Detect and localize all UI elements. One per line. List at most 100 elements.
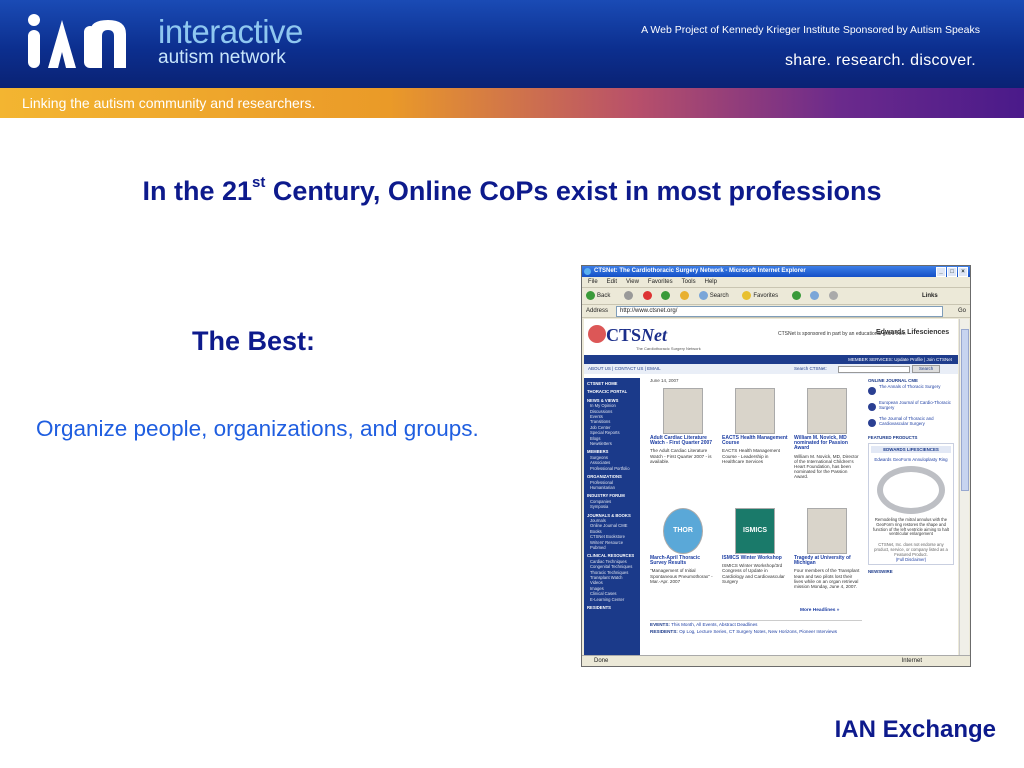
journal-icon: [868, 387, 876, 395]
featured-product: EDWARDS LIFESCIENCES Edwards GeoForm Ann…: [868, 443, 954, 566]
logo-line-1: interactive: [158, 13, 303, 50]
vertical-scrollbar[interactable]: [959, 319, 969, 655]
back-button[interactable]: Back: [586, 290, 616, 300]
site-right-column: ONLINE JOURNAL CME The Annals of Thoraci…: [868, 378, 954, 655]
article-card[interactable]: EACTS Health Management Course EACTS Heal…: [722, 388, 788, 464]
about-links[interactable]: ABOUT US | CONTACT US | EMAIL: [588, 364, 661, 374]
title-pre: In the 21: [142, 176, 253, 206]
tagline: share. research. discover.: [785, 52, 976, 69]
home-icon[interactable]: [680, 290, 691, 300]
left-nav-item[interactable]: E-Learning Center: [584, 597, 640, 602]
left-nav-item[interactable]: Newsletters: [584, 441, 640, 446]
article-title[interactable]: William M. Novick, MD nominated for Pass…: [794, 435, 860, 452]
disclaimer-link[interactable]: (Full Disclaimer): [871, 557, 951, 563]
article-title[interactable]: March-April Thoracic Survey Results: [650, 555, 716, 566]
go-button[interactable]: Go: [958, 305, 966, 317]
sponsor-name[interactable]: Edwards Lifesciences: [876, 329, 949, 336]
menu-item-file[interactable]: File: [588, 279, 598, 285]
browser-screenshot: CTSNet: The Cardiothoracic Surgery Netwo…: [581, 265, 971, 667]
status-left: Done: [594, 658, 609, 664]
left-nav-item[interactable]: THORACIC PORTAL: [584, 389, 640, 394]
annuloplasty-ring-image: [877, 466, 945, 514]
menu-item-view[interactable]: View: [626, 279, 639, 285]
header-banner: interactive autism network A Web Project…: [0, 0, 1024, 88]
address-bar: Address http://www.ctsnet.org/ Go: [582, 305, 970, 318]
browser-menu: File Edit View Favorites Tools Help: [582, 277, 970, 288]
article-image: [735, 388, 775, 434]
article-text: "Management of Initial Spontaneous Pneum…: [650, 568, 713, 584]
browser-toolbar: Back Search Favorites Links: [582, 288, 970, 305]
article-card[interactable]: Tragedy at University of Michigan Four me…: [794, 508, 860, 589]
events-line: EVENTS: This Month, All Events, Abstract…: [650, 622, 758, 627]
site-main: June 14, 2007 Adult Cardiac Literature W…: [650, 378, 862, 655]
article-card[interactable]: ISMICS ISMICS Winter Workshop ISMICS Winte…: [722, 508, 788, 584]
maximize-icon[interactable]: □: [947, 267, 957, 277]
forward-icon[interactable]: [624, 290, 635, 300]
band-text: Linking the autism community and researc…: [22, 95, 316, 111]
article-title[interactable]: ISMICS Winter Workshop: [722, 555, 788, 561]
site-search-button[interactable]: Search: [912, 365, 941, 373]
left-nav-item[interactable]: CTSNET HOME: [584, 381, 640, 386]
history-icon[interactable]: [791, 290, 803, 300]
site-logo-sub: The Cardiothoracic Surgery Network: [636, 346, 701, 351]
article-card[interactable]: William M. Novick, MD nominated for Pass…: [794, 388, 860, 480]
left-nav-item[interactable]: Pubmed: [584, 545, 640, 550]
print-icon[interactable]: [829, 290, 840, 300]
status-bar: Done Internet: [582, 655, 970, 666]
journal-item[interactable]: The Journal of Thoracic and Cardiovascul…: [868, 416, 954, 431]
journal-title[interactable]: The Journal of Thoracic and Cardiovascul…: [879, 416, 953, 427]
more-headlines-link[interactable]: More Headlines »: [800, 608, 839, 613]
refresh-icon[interactable]: [661, 290, 672, 300]
favorites-button[interactable]: Favorites: [742, 290, 784, 300]
journal-item[interactable]: European Journal of Cardio-Thoracic Surg…: [868, 400, 954, 415]
site-search-input[interactable]: [838, 366, 910, 373]
footer-label: IAN Exchange: [834, 716, 996, 743]
scrollbar-thumb[interactable]: [961, 329, 969, 491]
links-label[interactable]: Links: [922, 288, 938, 304]
member-services[interactable]: MEMBER SERVICES: Update Profile | Join C…: [848, 355, 952, 364]
subtitle-band: Linking the autism community and researc…: [0, 88, 1024, 118]
article-title[interactable]: Adult Cardiac Literature Watch - First Q…: [650, 435, 716, 446]
left-nav-item[interactable]: Symposia: [584, 504, 640, 509]
stop-icon[interactable]: [642, 290, 654, 300]
best-heading: The Best:: [192, 326, 316, 356]
left-nav-item[interactable]: RESIDENTS: [584, 605, 640, 610]
menu-item-edit[interactable]: Edit: [607, 279, 617, 285]
menu-item-help[interactable]: Help: [705, 279, 717, 285]
search-button[interactable]: Search: [698, 290, 735, 300]
journal-icon: [868, 419, 876, 427]
residents-line: RESIDENTS: Op Log, Lecture Series, CT Su…: [650, 629, 838, 634]
featured-link[interactable]: Edwards GeoForm Annuloplasty Ring: [871, 457, 951, 462]
article-text: Four members of the Transplant team and …: [794, 568, 860, 590]
article-title[interactable]: EACTS Health Management Course: [722, 435, 788, 446]
events-block: EVENTS: This Month, All Events, Abstract…: [650, 620, 862, 635]
newswire-heading: NEWSWIRE: [868, 569, 893, 575]
address-input[interactable]: http://www.ctsnet.org/: [616, 306, 943, 317]
mail-icon[interactable]: [810, 290, 821, 300]
title-post: Century, Online CoPs exist in most profe…: [265, 176, 882, 206]
article-card[interactable]: Adult Cardiac Literature Watch - First Q…: [650, 388, 716, 464]
left-nav-item[interactable]: Humanitarian: [584, 485, 640, 490]
menu-item-tools[interactable]: Tools: [682, 279, 696, 285]
journal-icon: [868, 403, 876, 411]
window-title: CTSNet: The Cardiothoracic Surgery Netwo…: [594, 268, 806, 274]
journal-title[interactable]: The Annals of Thoracic Surgery: [879, 384, 953, 390]
article-title[interactable]: Tragedy at University of Michigan: [794, 555, 860, 566]
featured-heading: FEATURED PRODUCTS: [868, 435, 918, 440]
article-badge: ISMICS: [742, 527, 768, 534]
featured-desc: Remodeling the mitral annulus with the G…: [873, 517, 949, 537]
minimize-icon[interactable]: _: [936, 267, 946, 277]
featured-bar: EDWARDS LIFESCIENCES: [871, 446, 951, 453]
left-nav-item[interactable]: Professional Portfolio: [584, 466, 640, 471]
article-text: ISMICS Winter Workshop/3rd Congress of U…: [722, 563, 785, 584]
site-date: June 14, 2007: [650, 378, 679, 383]
journal-title[interactable]: European Journal of Cardio-Thoracic Surg…: [879, 400, 953, 411]
site-header: CTSNet The Cardiothoracic Surgery Networ…: [584, 319, 958, 355]
article-card[interactable]: THOR March-April Thoracic Survey Results "…: [650, 508, 716, 584]
close-icon[interactable]: ×: [958, 267, 968, 277]
article-text: The Adult Cardiac Literature Watch - Fir…: [650, 448, 712, 464]
site-logo[interactable]: CTSNet: [606, 325, 667, 346]
journal-item[interactable]: The Annals of Thoracic Surgery: [868, 384, 954, 399]
article-text: William M. Novick, MD, Director of the I…: [794, 453, 859, 480]
menu-item-favorites[interactable]: Favorites: [648, 279, 673, 285]
